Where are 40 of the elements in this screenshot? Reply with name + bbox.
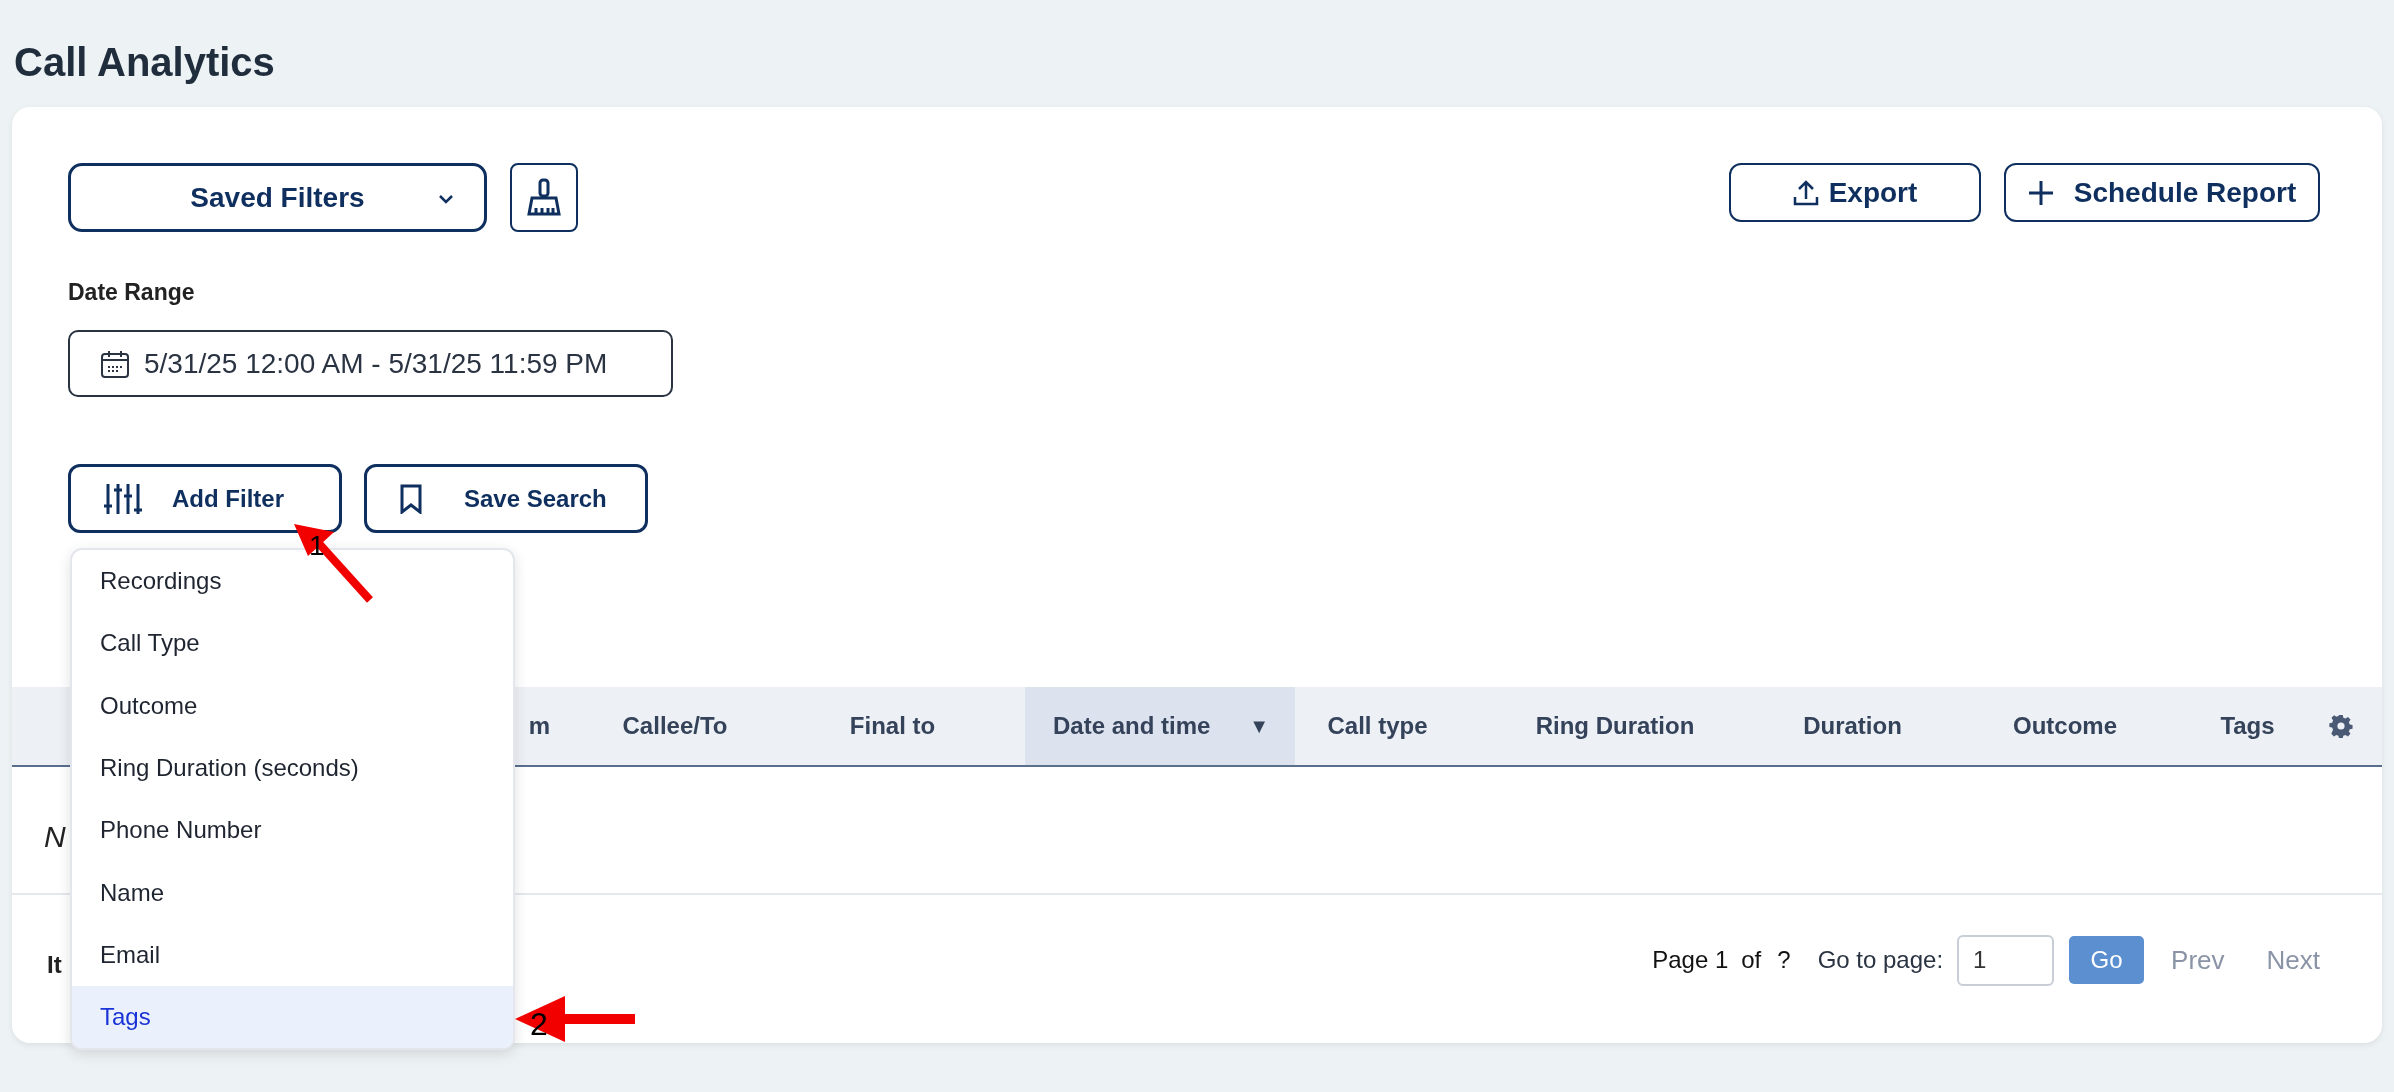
page-title: Call Analytics bbox=[14, 39, 275, 86]
schedule-report-button[interactable]: Schedule Report bbox=[2004, 163, 2320, 222]
upload-icon bbox=[1792, 178, 1819, 207]
page-label: Page 1 bbox=[1652, 945, 1729, 975]
menu-item[interactable]: Ring Duration (seconds) bbox=[72, 736, 513, 800]
chevron-down-icon bbox=[438, 194, 454, 204]
menu-item[interactable]: Call Type bbox=[72, 612, 513, 675]
page-input[interactable]: 1 bbox=[1957, 934, 2055, 986]
date-range-label: Date Range bbox=[68, 278, 195, 307]
date-range-field[interactable]: 5/31/25 12:00 AM - 5/31/25 11:59 PM bbox=[68, 330, 673, 397]
menu-item[interactable]: Phone Number bbox=[72, 799, 513, 862]
settings-icon[interactable] bbox=[2329, 714, 2353, 738]
go-to-page-label: Go to page: bbox=[1817, 945, 1944, 975]
column-header[interactable]: Final to bbox=[760, 687, 1025, 765]
sliders-icon bbox=[104, 481, 142, 516]
saved-filters-dropdown[interactable]: Saved Filters bbox=[68, 163, 487, 232]
total-pages: ? bbox=[1777, 945, 1791, 975]
items-label: It bbox=[47, 950, 62, 980]
empty-message: N bbox=[44, 819, 66, 855]
calendar-icon bbox=[100, 348, 130, 379]
column-header[interactable]: Date and time ▼ bbox=[1025, 687, 1295, 765]
export-button[interactable]: Export bbox=[1729, 163, 1981, 222]
column-header[interactable]: Outcome bbox=[1935, 687, 2195, 765]
menu-item[interactable]: Email bbox=[72, 923, 513, 987]
column-header[interactable]: Duration bbox=[1770, 687, 1935, 765]
menu-item[interactable]: Outcome bbox=[72, 674, 513, 737]
add-filter-button[interactable]: Add Filter bbox=[68, 464, 342, 533]
column-header[interactable]: Tags bbox=[2195, 687, 2300, 765]
menu-item[interactable]: Name bbox=[72, 861, 513, 924]
clear-filters-button[interactable] bbox=[510, 163, 578, 232]
column-header[interactable]: Ring Duration bbox=[1460, 687, 1770, 765]
bookmark-icon bbox=[400, 483, 422, 514]
save-search-button[interactable]: Save Search bbox=[364, 464, 648, 533]
plus-icon bbox=[2027, 179, 2054, 206]
column-header[interactable]: Call type bbox=[1295, 687, 1460, 765]
sort-indicator[interactable]: ▼ bbox=[1249, 711, 1269, 741]
column-header[interactable]: Callee/To bbox=[590, 687, 760, 765]
page-of-label: of bbox=[1741, 945, 1762, 975]
brush-icon bbox=[527, 177, 561, 218]
menu-item[interactable]: Tags bbox=[72, 986, 513, 1049]
